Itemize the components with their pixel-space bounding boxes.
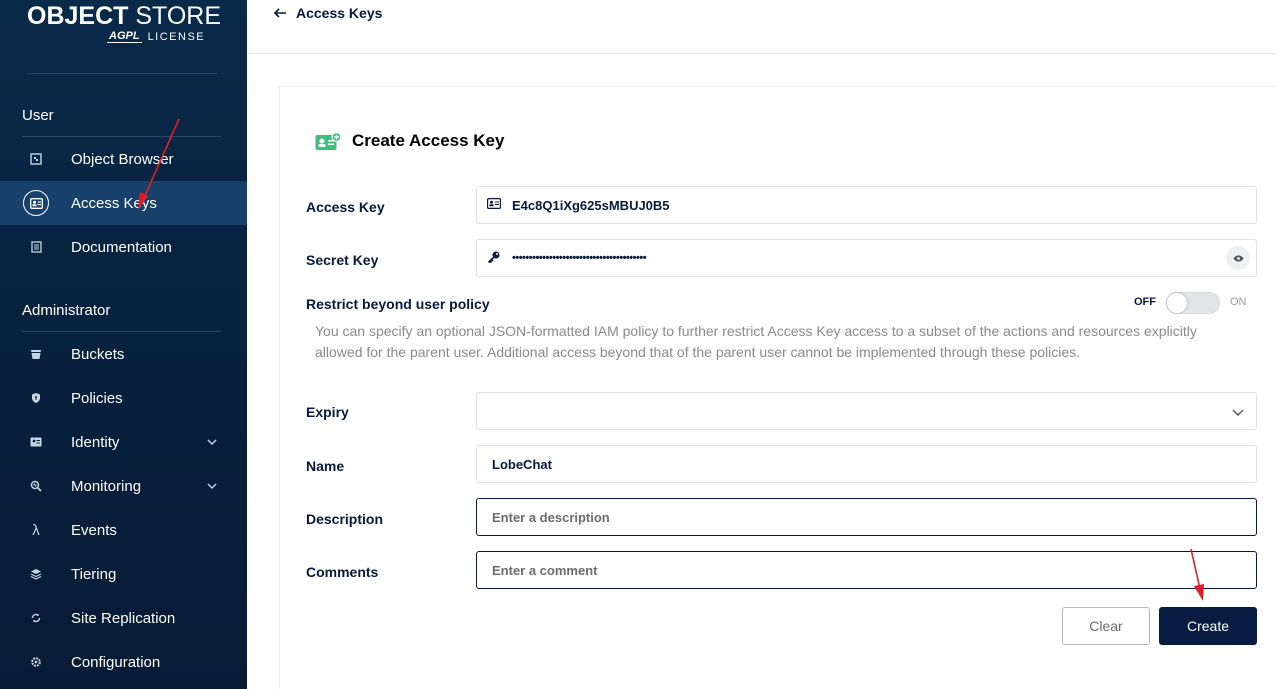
sidebar-item-policies[interactable]: Policies (0, 376, 247, 420)
secret-key-label: Secret Key (306, 252, 379, 268)
description-input[interactable]: Enter a description (476, 498, 1257, 536)
sidebar-item-events[interactable]: λ Events (0, 508, 247, 552)
sidebar-item-label: Configuration (71, 653, 161, 671)
logo-divider (27, 73, 217, 74)
sidebar-item-buckets[interactable]: Buckets (0, 332, 247, 376)
toggle-on-label: ON (1230, 296, 1247, 308)
id-card-icon (487, 198, 502, 212)
sidebar-item-identity[interactable]: Identity (0, 420, 247, 464)
access-key-value: E4c8Q1iXg625sMBUJ0B5 (512, 197, 670, 213)
access-key-field[interactable]: E4c8Q1iXg625sMBUJ0B5 (476, 186, 1257, 224)
access-keys-icon (23, 190, 49, 216)
documentation-icon (23, 234, 49, 260)
page-title: Create Access Key (315, 131, 504, 151)
sidebar-item-label: Tiering (71, 565, 117, 583)
name-input[interactable]: LobeChat (476, 445, 1257, 483)
lambda-icon: λ (32, 521, 40, 539)
secret-key-value: •••••••••••••••••••••••••••••••••••••••• (512, 252, 647, 264)
sidebar-item-monitoring[interactable]: Monitoring (0, 464, 247, 508)
chevron-down-icon[interactable] (207, 437, 217, 448)
license-label: LICENSE (147, 31, 206, 43)
sidebar-item-label: Object Browser (71, 150, 174, 168)
sidebar-item-label: Monitoring (71, 477, 142, 495)
restrict-policy-help: You can specify an optional JSON-formatt… (315, 323, 1197, 360)
restrict-policy-toggle[interactable] (1166, 292, 1220, 314)
description-label: Description (306, 511, 384, 527)
expiry-select[interactable] (476, 392, 1257, 430)
monitoring-icon (23, 473, 49, 499)
logo: OBJECT STORE AGPL LICENSE (27, 2, 222, 43)
secret-key-field[interactable]: •••••••••••••••••••••••••••••••••••••••• (476, 239, 1257, 277)
buckets-icon (23, 341, 49, 367)
identity-icon (23, 429, 49, 455)
page-title-text: Create Access Key (352, 131, 505, 150)
toggle-knob (1167, 293, 1187, 313)
sidebar-item-site-replication[interactable]: Site Replication (0, 596, 247, 640)
section-title-user: User (22, 107, 54, 124)
chevron-down-icon[interactable] (207, 481, 217, 492)
arrow-left-icon (273, 5, 287, 21)
sidebar-item-label: Site Replication (71, 609, 176, 627)
name-label: Name (306, 458, 345, 474)
key-icon (487, 250, 501, 267)
eye-icon[interactable] (1226, 246, 1250, 270)
sidebar-item-access-keys[interactable]: Access Keys (0, 181, 247, 225)
back-link-label: Access Keys (296, 5, 383, 21)
toggle-off-label: OFF (1134, 296, 1156, 308)
gear-icon (23, 649, 49, 675)
access-key-label: Access Key (306, 199, 385, 215)
sidebar-item-object-browser[interactable]: Object Browser (0, 137, 247, 181)
create-button[interactable]: Create (1159, 607, 1257, 645)
create-access-key-card: Create Access Key Access Key E4c8Q1iXg62… (279, 86, 1276, 689)
sidebar-item-label: Identity (71, 433, 120, 451)
sidebar-item-label: Access Keys (71, 194, 157, 212)
comments-label: Comments (306, 564, 379, 580)
restrict-policy-label: Restrict beyond user policy (306, 296, 490, 312)
description-placeholder: Enter a description (492, 509, 610, 525)
sidebar-item-label: Policies (71, 389, 123, 407)
site-replication-icon (23, 605, 49, 631)
sidebar-item-tiering[interactable]: Tiering (0, 552, 247, 596)
sidebar-item-configuration[interactable]: Configuration (0, 640, 247, 684)
sidebar-item-label: Documentation (71, 238, 172, 256)
access-key-add-icon (315, 131, 342, 151)
logo-brand-bold: OBJECT (27, 2, 129, 30)
agpl-badge: AGPL (107, 30, 142, 43)
comments-input[interactable]: Enter a comment (476, 551, 1257, 589)
logo-brand-light: STORE (135, 2, 222, 30)
chevron-down-icon (1232, 403, 1244, 419)
sidebar-item-label: Buckets (71, 345, 125, 363)
back-link[interactable]: Access Keys (273, 5, 383, 21)
comments-placeholder: Enter a comment (492, 562, 598, 578)
top-bar: Access Keys (247, 0, 1276, 54)
section-title-administrator: Administrator (22, 302, 111, 319)
name-value: LobeChat (492, 456, 552, 472)
sidebar: OBJECT STORE AGPL LICENSE User Object Br… (0, 0, 247, 689)
expiry-label: Expiry (306, 404, 349, 420)
sidebar-item-documentation[interactable]: Documentation (0, 225, 247, 269)
tiering-icon (23, 561, 49, 587)
policies-icon (23, 385, 49, 411)
object-browser-icon (23, 146, 49, 172)
sidebar-item-label: Events (71, 521, 117, 539)
clear-button[interactable]: Clear (1062, 607, 1150, 645)
